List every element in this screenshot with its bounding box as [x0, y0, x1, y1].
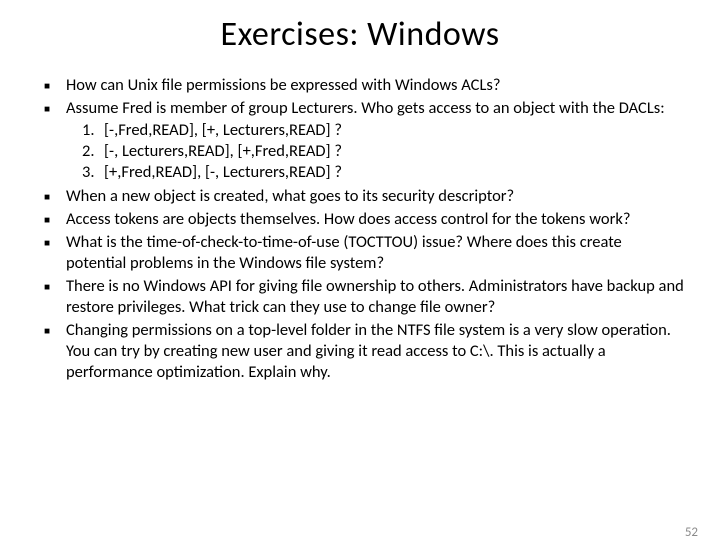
- page-number: 52: [685, 525, 698, 540]
- slide-content: How can Unix file permissions be express…: [0, 75, 720, 384]
- bullet-text: What is the time-of-check-to-time-of-use…: [66, 232, 622, 273]
- sublist-text: [-,Fred,READ], [+, Lecturers,READ] ?: [104, 120, 342, 140]
- sublist-item: 1.[-,Fred,READ], [+, Lecturers,READ] ?: [82, 120, 684, 141]
- numbered-sublist: 1.[-,Fred,READ], [+, Lecturers,READ] ? 2…: [82, 120, 684, 183]
- slide-title: Exercises: Windows: [0, 14, 720, 55]
- sublist-text: [+,Fred,READ], [-, Lecturers,READ] ?: [104, 162, 342, 182]
- bullet-text: How can Unix file permissions be express…: [66, 75, 501, 95]
- sublist-text: [-, Lecturers,READ], [+,Fred,READ] ?: [104, 141, 342, 161]
- bullet-item: Assume Fred is member of group Lecturers…: [36, 98, 684, 183]
- bullet-text: Assume Fred is member of group Lecturers…: [66, 98, 665, 118]
- bullet-item: Access tokens are objects themselves. Ho…: [36, 209, 684, 230]
- sublist-item: 2.[-, Lecturers,READ], [+,Fred,READ] ?: [82, 141, 684, 162]
- bullet-list: How can Unix file permissions be express…: [36, 75, 684, 384]
- bullet-item: When a new object is created, what goes …: [36, 186, 684, 207]
- bullet-item: There is no Windows API for giving file …: [36, 276, 684, 318]
- bullet-item: Changing permissions on a top-level fold…: [36, 320, 684, 383]
- bullet-text: There is no Windows API for giving file …: [66, 276, 684, 317]
- bullet-text: Access tokens are objects themselves. Ho…: [66, 209, 630, 229]
- bullet-text: Changing permissions on a top-level fold…: [66, 320, 671, 382]
- bullet-item: What is the time-of-check-to-time-of-use…: [36, 232, 684, 274]
- bullet-text: When a new object is created, what goes …: [66, 186, 514, 206]
- sublist-item: 3.[+,Fred,READ], [-, Lecturers,READ] ?: [82, 162, 684, 183]
- bullet-item: How can Unix file permissions be express…: [36, 75, 684, 96]
